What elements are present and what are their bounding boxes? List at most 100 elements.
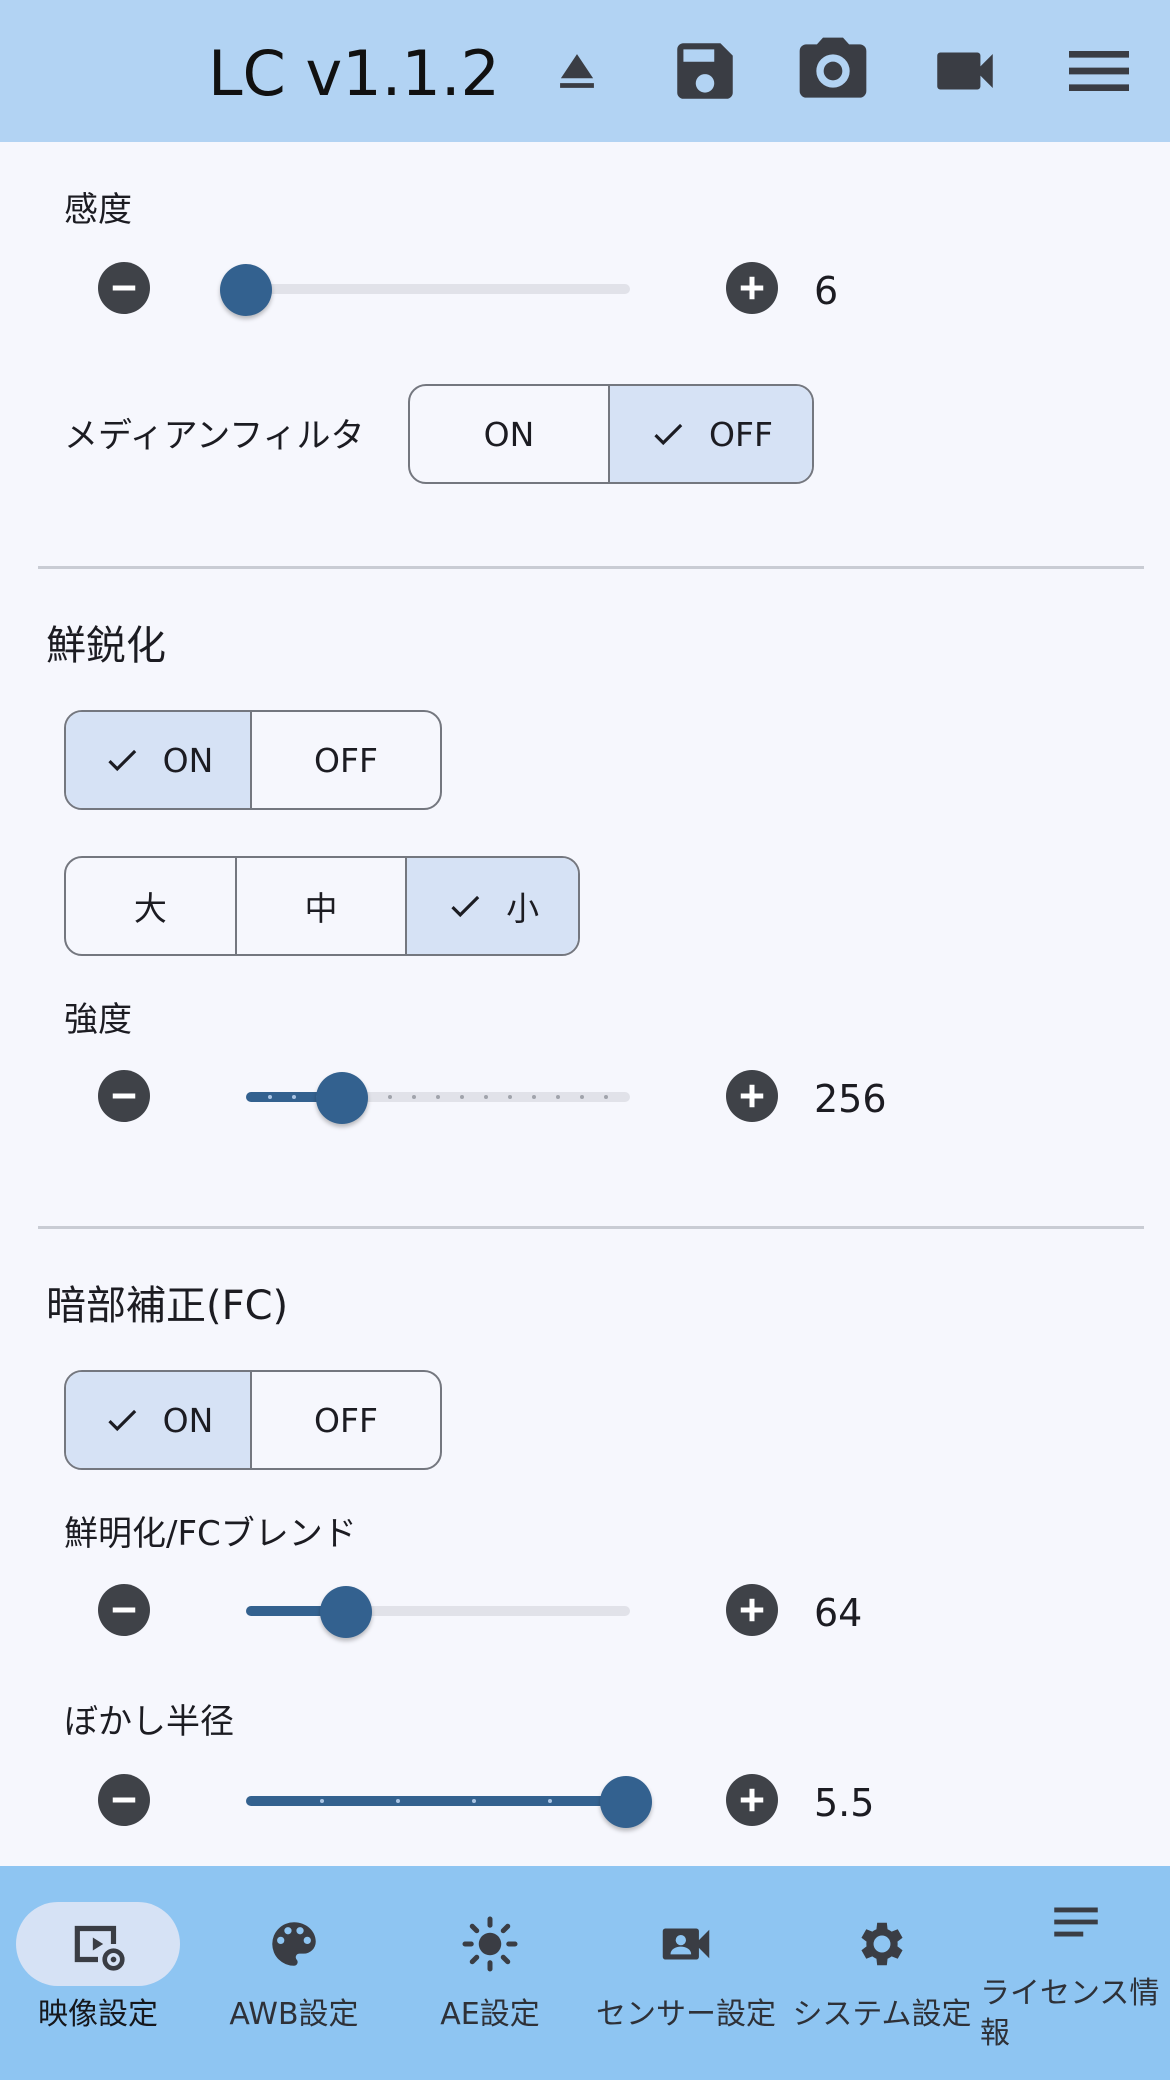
section-divider [38, 1226, 1144, 1229]
slider-tick [320, 1799, 324, 1803]
blend-slider[interactable] [246, 1582, 630, 1638]
video-settings-icon [0, 1910, 196, 1978]
dark-correction-toggle: ON OFF [64, 1370, 442, 1470]
nav-item-ae-settings[interactable]: AE設定 [392, 1866, 588, 2080]
plus-icon [740, 1788, 764, 1812]
eject-icon[interactable] [536, 30, 618, 112]
sharpening-size-selector: 大 中 小 [64, 856, 580, 956]
blend-value: 64 [814, 1591, 863, 1635]
slider-tick [412, 1095, 416, 1099]
sharpening-on-option[interactable]: ON [66, 712, 253, 808]
slider-tick [460, 1095, 464, 1099]
size-medium-option[interactable]: 中 [237, 858, 408, 954]
minus-icon [112, 1093, 136, 1099]
slider-fill [246, 1796, 626, 1806]
nav-label: AWB設定 [229, 1997, 359, 2032]
nav-label: システム設定 [792, 1997, 972, 2032]
minus-icon [112, 1607, 136, 1613]
option-label: ON [162, 1400, 214, 1440]
blend-decrease-button[interactable] [98, 1584, 150, 1636]
strength-increase-button[interactable] [726, 1070, 778, 1122]
size-large-option[interactable]: 大 [66, 858, 237, 954]
option-label: OFF [709, 414, 773, 454]
minus-icon [112, 1797, 136, 1803]
slider-tick [268, 1095, 272, 1099]
option-label: OFF [314, 740, 378, 780]
slider-thumb[interactable] [220, 264, 272, 316]
option-label: ON [483, 414, 535, 454]
slider-tick [484, 1095, 488, 1099]
slider-tick [556, 1095, 560, 1099]
slider-tick [388, 1095, 392, 1099]
slider-thumb[interactable] [600, 1776, 652, 1828]
sharpening-toggle: ON OFF [64, 710, 442, 810]
slider-thumb[interactable] [320, 1586, 372, 1638]
option-label: OFF [314, 1400, 378, 1440]
slider-track [246, 284, 630, 294]
option-label: 小 [506, 889, 540, 928]
blend-label: 鮮明化/FCブレンド [64, 1514, 357, 1554]
blur-radius-label: ぼかし半径 [64, 1702, 234, 1742]
gear-icon [784, 1910, 980, 1978]
palette-icon [196, 1910, 392, 1978]
check-icon [649, 415, 687, 453]
slider-tick [436, 1095, 440, 1099]
dark-correction-section-title: 暗部補正(FC) [46, 1283, 289, 1329]
blur-radius-increase-button[interactable] [726, 1774, 778, 1826]
nav-item-video-settings[interactable]: 映像設定 [0, 1866, 196, 2080]
sharpening-off-option[interactable]: OFF [252, 712, 440, 808]
slider-tick [472, 1799, 476, 1803]
save-icon[interactable] [664, 30, 746, 112]
bottom-navigation: 映像設定 AWB設定 AE設定 センサー設定 システム設定 ライセンス情報 [0, 1866, 1170, 2080]
size-small-option[interactable]: 小 [407, 858, 578, 954]
check-icon [103, 741, 141, 779]
camera-person-icon [588, 1910, 784, 1978]
median-filter-label: メディアンフィルタ [64, 416, 365, 456]
app-title: LC v1.1.2 [208, 37, 500, 110]
minus-icon [112, 285, 136, 291]
nav-label: 映像設定 [38, 1997, 158, 2032]
nav-label: ライセンス情報 [980, 1976, 1160, 2051]
option-label: 大 [133, 889, 167, 928]
strength-label: 強度 [64, 1000, 132, 1040]
plus-icon [740, 1598, 764, 1622]
check-icon [446, 887, 484, 925]
dark-correction-on-option[interactable]: ON [66, 1372, 253, 1468]
menu-icon[interactable] [1058, 30, 1140, 112]
dark-correction-off-option[interactable]: OFF [252, 1372, 440, 1468]
blur-radius-slider[interactable] [246, 1772, 652, 1828]
video-icon[interactable] [924, 30, 1006, 112]
nav-label: センサー設定 [596, 1997, 776, 2032]
camera-icon[interactable] [792, 30, 874, 112]
sensitivity-slider[interactable] [220, 260, 630, 316]
slider-thumb[interactable] [316, 1072, 368, 1124]
nav-item-system-settings[interactable]: システム設定 [784, 1866, 980, 2080]
blur-radius-value: 5.5 [814, 1781, 875, 1825]
nav-item-license-info[interactable]: ライセンス情報 [978, 1866, 1170, 2080]
check-icon [103, 1401, 141, 1439]
slider-tick [292, 1095, 296, 1099]
nav-label: AE設定 [440, 1997, 540, 2032]
median-filter-off-option[interactable]: OFF [610, 386, 812, 482]
sensitivity-increase-button[interactable] [726, 262, 778, 314]
slider-tick [532, 1095, 536, 1099]
plus-icon [740, 276, 764, 300]
nav-item-sensor-settings[interactable]: センサー設定 [588, 1866, 784, 2080]
strength-slider[interactable] [246, 1068, 630, 1124]
strength-decrease-button[interactable] [98, 1070, 150, 1122]
section-divider [38, 566, 1144, 569]
slider-tick [580, 1095, 584, 1099]
sensitivity-decrease-button[interactable] [98, 262, 150, 314]
sensitivity-value: 6 [814, 269, 839, 313]
nav-item-awb-settings[interactable]: AWB設定 [196, 1866, 392, 2080]
option-label: ON [162, 740, 214, 780]
notes-icon [978, 1888, 1170, 1956]
strength-value: 256 [814, 1077, 887, 1121]
median-filter-on-option[interactable]: ON [410, 386, 611, 482]
blur-radius-decrease-button[interactable] [98, 1774, 150, 1826]
brightness-icon [392, 1910, 588, 1978]
option-label: 中 [304, 889, 338, 928]
slider-tick [548, 1799, 552, 1803]
top-app-bar: LC v1.1.2 [0, 0, 1170, 142]
blend-increase-button[interactable] [726, 1584, 778, 1636]
